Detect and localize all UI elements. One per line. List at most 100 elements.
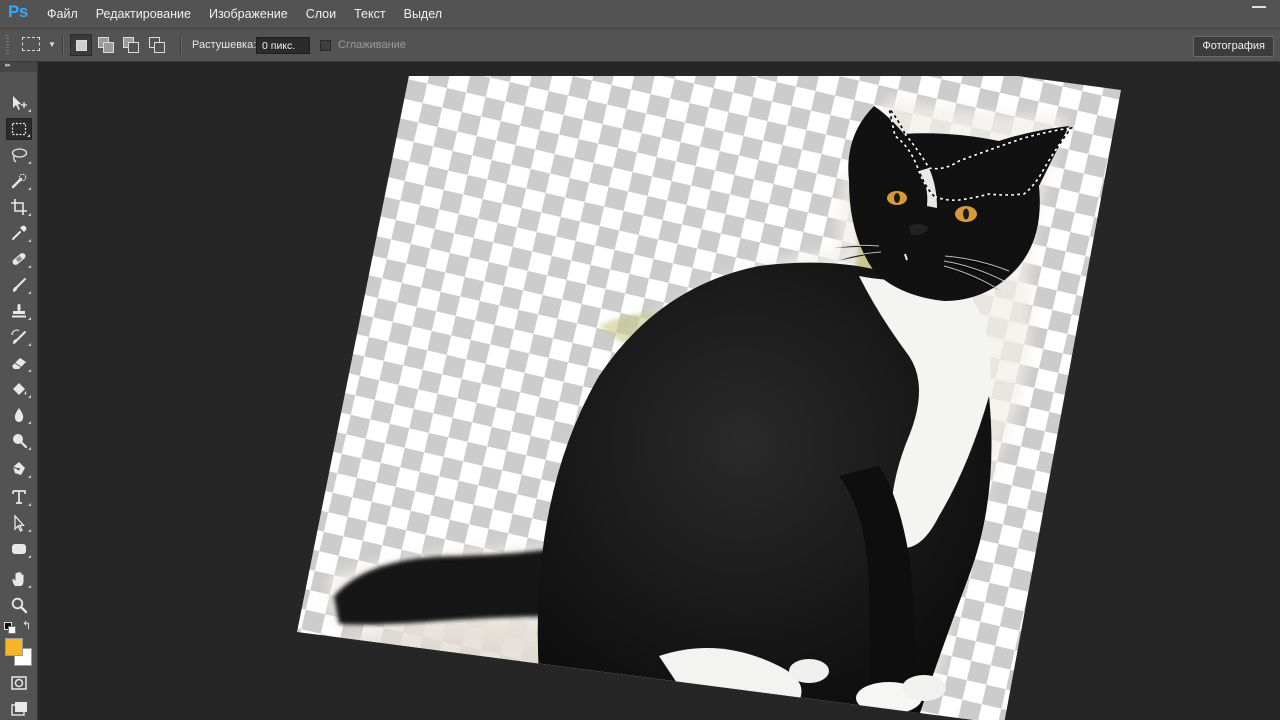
paint-bucket-icon [13, 383, 27, 395]
tool-flyout-indicator [28, 239, 31, 242]
path-selection-arrow-icon [14, 514, 25, 532]
bandage-icon [12, 253, 26, 265]
tool-flyout-indicator [28, 555, 31, 558]
eyedropper-tool[interactable] [6, 222, 32, 244]
rounded-rectangle-icon [12, 544, 26, 554]
tools-panel: ▸▸ ↰ [0, 62, 38, 720]
tool-flyout-indicator [28, 447, 31, 450]
brush-tool[interactable] [6, 274, 32, 296]
feather-label: Растушевка: [192, 39, 257, 51]
move-tool[interactable] [6, 92, 32, 114]
menu-layers[interactable]: Слои [297, 7, 345, 21]
type-tool[interactable] [6, 486, 32, 508]
subtract-selection-icon-part [128, 42, 139, 53]
clone-stamp-tool[interactable] [6, 300, 32, 322]
blur-tool[interactable] [6, 404, 32, 426]
tool-flyout-indicator [28, 265, 31, 268]
photoshop-logo[interactable]: Ps [8, 2, 28, 22]
options-separator [180, 35, 182, 55]
rectangular-marquee-tool[interactable] [6, 118, 32, 140]
quick-mask-icon [11, 676, 27, 690]
dodge-tool[interactable] [6, 430, 32, 452]
lasso-tool[interactable] [6, 144, 32, 166]
path-selection-tool[interactable] [6, 512, 32, 534]
tool-flyout-indicator [28, 475, 31, 478]
workspace-switcher[interactable]: Фотография [1193, 36, 1274, 57]
history-brush-tool[interactable] [6, 326, 32, 348]
tool-flyout-indicator [27, 134, 30, 137]
lasso-icon [11, 148, 28, 163]
swap-colors-icon[interactable]: ↰ [22, 619, 31, 632]
menu-select[interactable]: Выдел [395, 7, 451, 21]
stamp-icon [12, 304, 26, 318]
crop-icon [11, 199, 27, 215]
options-bar-grip[interactable] [6, 35, 9, 55]
eyedropper-icon [12, 225, 27, 240]
quick-mask-button[interactable] [6, 672, 32, 694]
tool-flyout-indicator [28, 109, 31, 112]
tool-flyout-indicator [28, 369, 31, 372]
options-bar: ▼ Растушевка: 0 пикс. Сглаживание Фотогр… [0, 28, 1280, 62]
tool-flyout-indicator [28, 503, 31, 506]
blur-drop-icon [14, 408, 24, 422]
cat-hind-paw-2 [789, 659, 829, 683]
new-selection-button[interactable] [70, 34, 92, 56]
menu-image[interactable]: Изображение [200, 7, 297, 21]
add-to-selection-button[interactable] [95, 34, 117, 56]
minimize-icon[interactable] [1252, 6, 1266, 8]
tool-flyout-indicator [28, 317, 31, 320]
pen-nib-icon [12, 462, 25, 475]
marquee-preset-icon[interactable] [22, 37, 40, 51]
eraser-tool[interactable] [6, 352, 32, 374]
menu-file[interactable]: Файл [38, 7, 87, 21]
crop-tool[interactable] [6, 196, 32, 218]
tool-flyout-indicator [28, 395, 31, 398]
subtract-from-selection-button[interactable] [120, 34, 142, 56]
hand-icon [12, 572, 24, 586]
screen-mode-icon [11, 702, 27, 716]
eraser-icon [12, 358, 26, 369]
menu-bar: Ps Файл Редактирование Изображение Слои … [0, 0, 1280, 28]
quick-selection-icon [11, 173, 27, 189]
rectangle-shape-tool[interactable] [6, 538, 32, 560]
preset-dropdown-icon[interactable]: ▼ [48, 40, 56, 49]
intersect-selection-button[interactable] [146, 34, 168, 56]
type-t-icon [12, 490, 26, 504]
intersect-selection-icon-part [154, 42, 165, 53]
document-canvas[interactable] [38, 62, 1280, 720]
healing-brush-tool[interactable] [6, 248, 32, 270]
tool-flyout-indicator [28, 343, 31, 346]
dodge-icon [13, 434, 28, 449]
feather-input[interactable]: 0 пикс. [256, 37, 310, 54]
tool-flyout-indicator [28, 529, 31, 532]
tool-flyout-indicator [28, 161, 31, 164]
default-colors-icon[interactable] [4, 622, 16, 634]
antialias-checkbox[interactable] [320, 40, 331, 51]
paint-bucket-tool[interactable] [6, 378, 32, 400]
cat-front-paw-2 [902, 675, 946, 701]
options-separator [62, 35, 64, 55]
screen-mode-button[interactable] [6, 698, 32, 720]
pen-tool[interactable] [6, 458, 32, 480]
hand-tool[interactable] [6, 568, 32, 590]
foreground-color-swatch[interactable] [5, 638, 23, 656]
cat-right-pupil [963, 208, 969, 220]
tool-flyout-indicator [28, 421, 31, 424]
tool-flyout-indicator [28, 213, 31, 216]
collapse-icon[interactable]: ▸▸ [5, 61, 11, 69]
history-brush-icon [11, 329, 26, 344]
zoom-tool[interactable] [6, 594, 32, 616]
antialias-label: Сглаживание [338, 39, 406, 51]
menu-items: Файл Редактирование Изображение Слои Тек… [38, 0, 451, 28]
brush-icon [12, 278, 26, 292]
cat-left-pupil [894, 193, 900, 203]
quick-selection-tool[interactable] [6, 170, 32, 192]
new-selection-icon [76, 40, 87, 51]
document-image[interactable] [39, 76, 1279, 720]
tools-panel-header[interactable]: ▸▸ [0, 62, 37, 72]
move-icon [13, 96, 27, 110]
tool-flyout-indicator [28, 585, 31, 588]
menu-type[interactable]: Текст [345, 7, 394, 21]
magnifier-icon [11, 597, 28, 614]
menu-edit[interactable]: Редактирование [87, 7, 200, 21]
